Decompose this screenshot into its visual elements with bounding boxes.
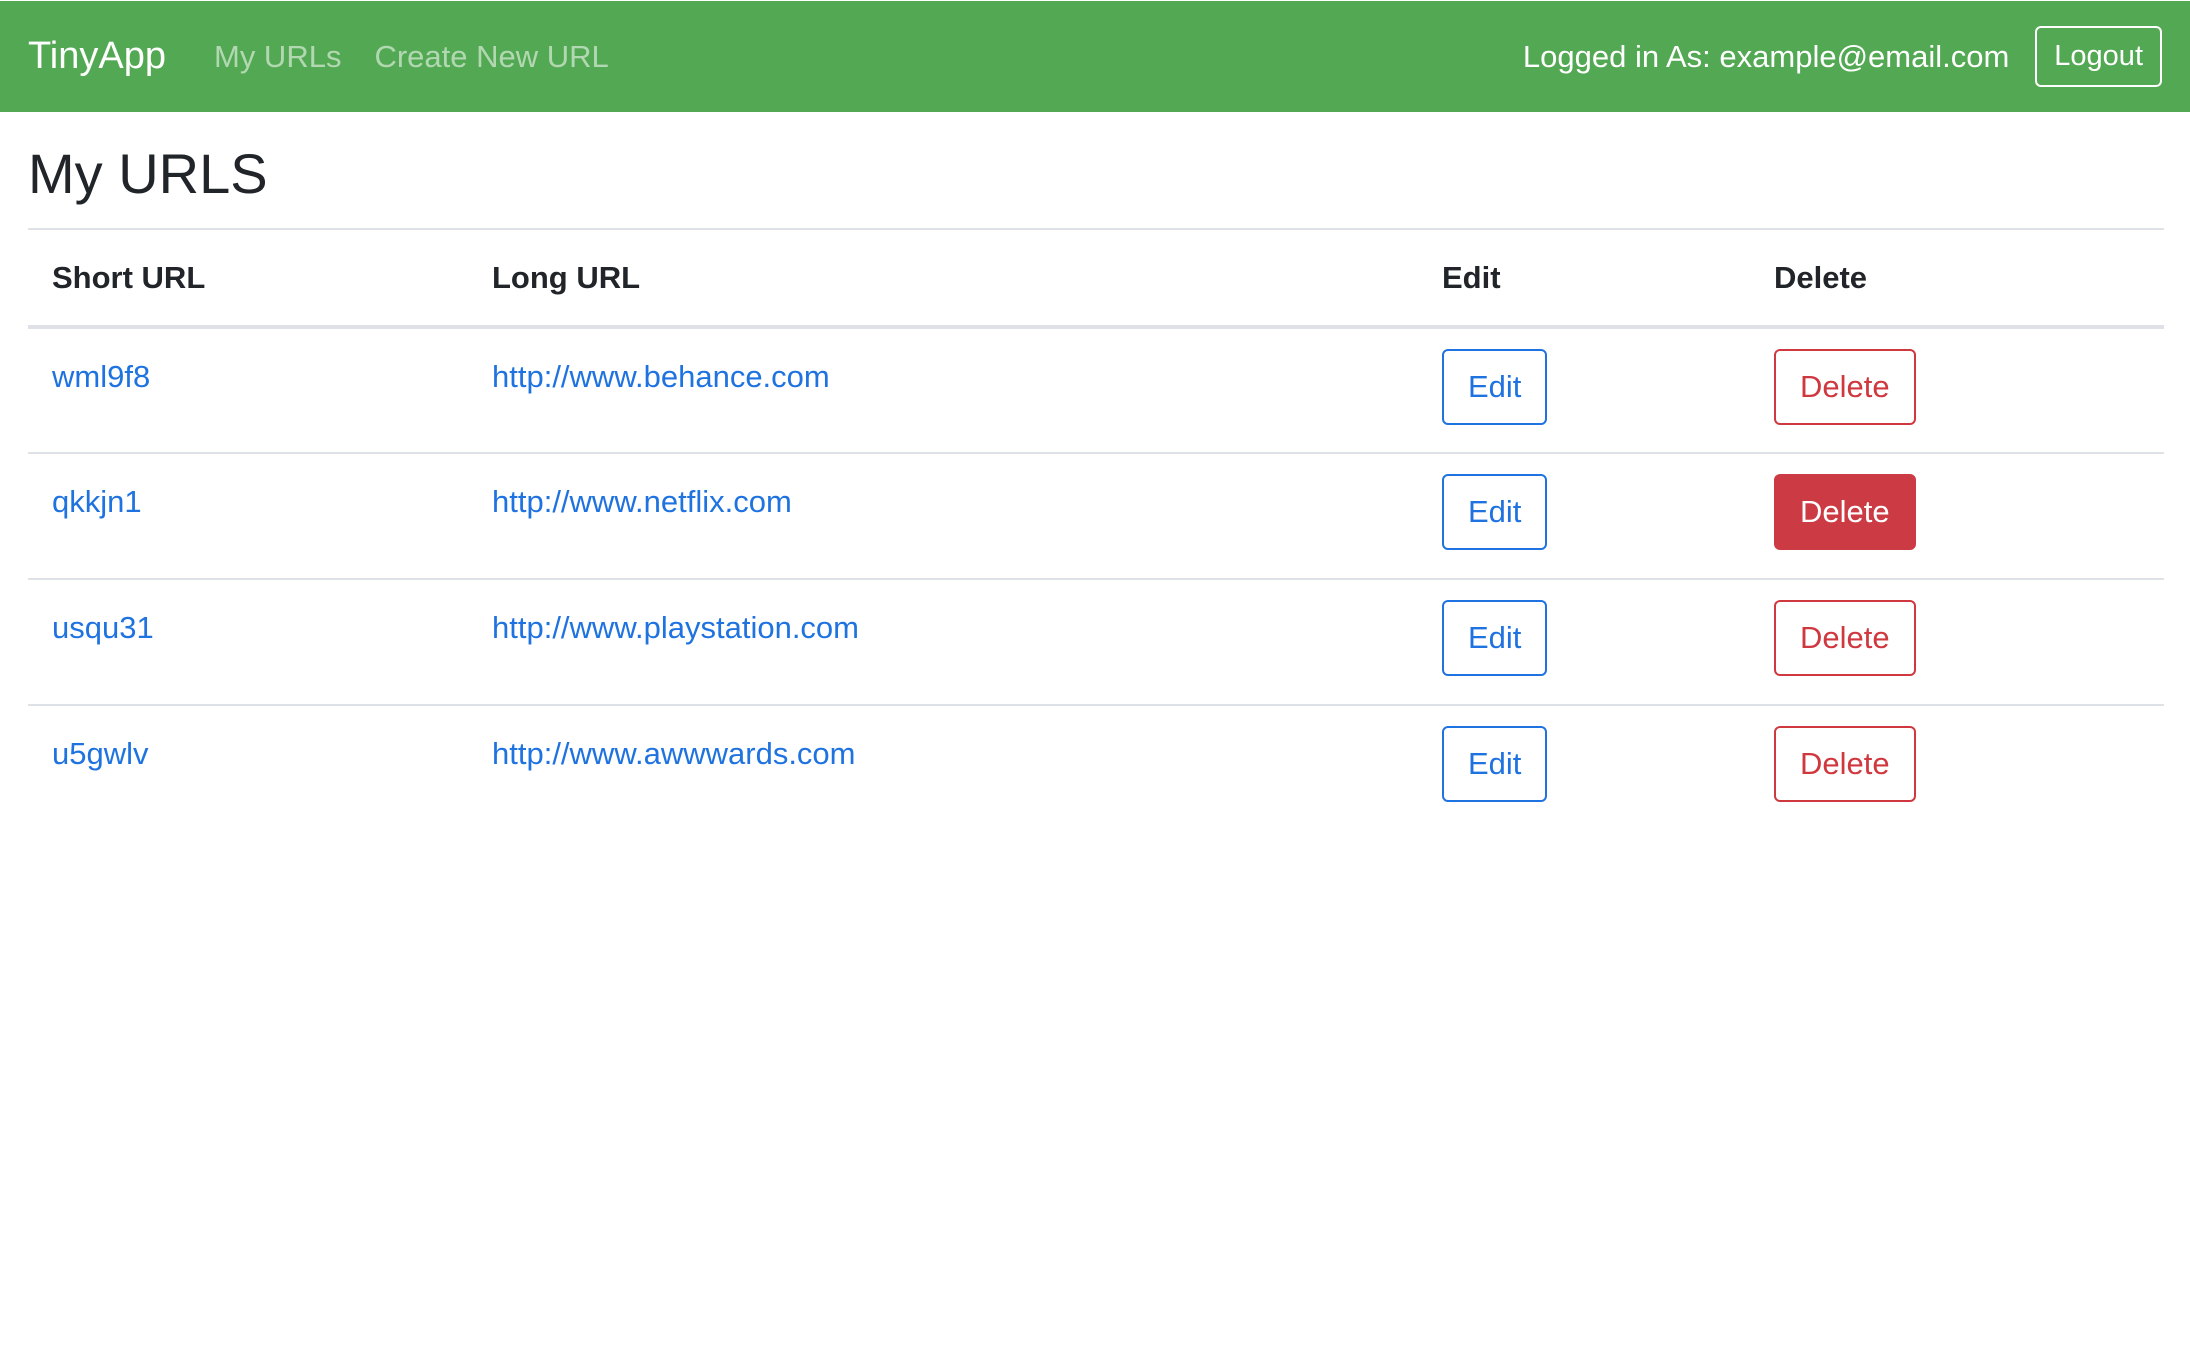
long-url-cell: http://www.netflix.com [468, 453, 1418, 579]
header-long-url: Long URL [492, 259, 641, 295]
delete-cell: Delete [1750, 327, 2164, 453]
table-body: wml9f8 http://www.behance.com Edit Delet… [28, 327, 2164, 831]
header-edit: Edit [1442, 259, 1501, 295]
short-url-link[interactable]: u5gwlv [52, 726, 149, 772]
table-header-row: Short URL Long URL Edit Delete [28, 229, 2164, 327]
nav-create-new-url[interactable]: Create New URL [374, 39, 608, 75]
logout-button[interactable]: Logout [2035, 26, 2162, 87]
page-title: My URLS [28, 142, 268, 205]
long-url-link[interactable]: http://www.awwwards.com [492, 726, 856, 772]
delete-button[interactable]: Delete [1774, 726, 1916, 802]
table-row: u5gwlv http://www.awwwards.com Edit Dele… [28, 705, 2164, 831]
edit-cell: Edit [1418, 705, 1750, 831]
delete-cell: Delete [1750, 579, 2164, 705]
delete-button[interactable]: Delete [1774, 349, 1916, 425]
edit-cell: Edit [1418, 453, 1750, 579]
delete-cell: Delete [1750, 453, 2164, 579]
brand-link[interactable]: TinyApp [28, 35, 166, 78]
delete-cell: Delete [1750, 705, 2164, 831]
long-url-cell: http://www.awwwards.com [468, 705, 1418, 831]
header-short-url: Short URL [52, 259, 206, 295]
edit-cell: Edit [1418, 327, 1750, 453]
edit-button[interactable]: Edit [1442, 726, 1548, 802]
edit-cell: Edit [1418, 579, 1750, 705]
short-url-link[interactable]: wml9f8 [52, 349, 150, 395]
short-url-cell: wml9f8 [28, 327, 468, 453]
long-url-link[interactable]: http://www.behance.com [492, 349, 830, 395]
urls-table: Short URL Long URL Edit Delete wml9f8 ht… [28, 228, 2164, 831]
long-url-link[interactable]: http://www.playstation.com [492, 600, 859, 646]
delete-button[interactable]: Delete [1774, 600, 1916, 676]
nav-my-urls[interactable]: My URLs [214, 39, 341, 75]
table-header: Short URL Long URL Edit Delete [28, 229, 2164, 327]
short-url-link[interactable]: usqu31 [52, 600, 154, 646]
table-row: qkkjn1 http://www.netflix.com Edit Delet… [28, 453, 2164, 579]
delete-button-hover[interactable]: Delete [1774, 474, 1916, 550]
long-url-link[interactable]: http://www.netflix.com [492, 474, 792, 520]
table-row: usqu31 http://www.playstation.com Edit D… [28, 579, 2164, 705]
short-url-cell: u5gwlv [28, 705, 468, 831]
header-delete: Delete [1774, 259, 1868, 295]
short-url-link[interactable]: qkkjn1 [52, 474, 142, 520]
logged-in-text: Logged in As: example@email.com [1522, 38, 2010, 74]
long-url-cell: http://www.playstation.com [468, 579, 1418, 705]
navbar: TinyApp My URLs Create New URL Logged in… [0, 1, 2190, 112]
main-content: My URLS Short URL Long URL Edit Delete w… [28, 112, 2164, 831]
edit-button[interactable]: Edit [1442, 349, 1548, 425]
edit-button[interactable]: Edit [1442, 474, 1548, 550]
short-url-cell: qkkjn1 [28, 453, 468, 579]
table-row: wml9f8 http://www.behance.com Edit Delet… [28, 327, 2164, 453]
edit-button[interactable]: Edit [1442, 600, 1548, 676]
long-url-cell: http://www.behance.com [468, 327, 1418, 453]
short-url-cell: usqu31 [28, 579, 468, 705]
